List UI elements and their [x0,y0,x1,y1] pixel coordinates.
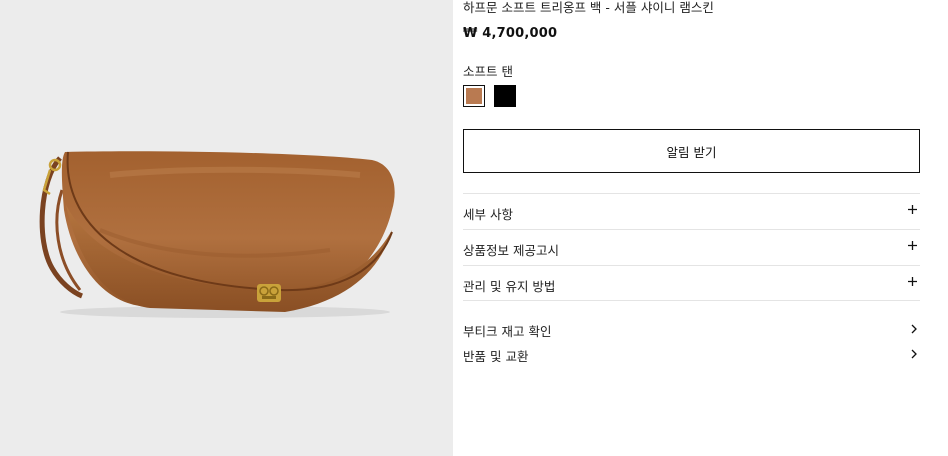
swatch-soft-tan[interactable] [463,85,485,107]
swatch-black[interactable] [494,85,516,107]
handbag-image [39,151,395,318]
accordion-product-info[interactable]: 상품정보 제공고시 [463,229,920,265]
plus-icon [908,241,917,250]
color-name: 소프트 탠 [463,64,513,79]
swatch-fill [494,85,516,107]
accordion-details[interactable]: 세부 사항 [463,193,920,229]
product-page: 하프문 소프트 트리옹프 백 - 서플 샤이니 램스킨 ₩ 4,700,000 … [0,0,948,456]
link-returns[interactable]: 반품 및 교환 [463,344,920,364]
accordion-label: 상품정보 제공고시 [463,243,559,258]
link-label: 부티크 재고 확인 [463,324,552,339]
product-title: 하프문 소프트 트리옹프 백 - 서플 샤이니 램스킨 [463,0,714,15]
notify-button-label: 알림 받기 [666,144,717,160]
chevron-right-icon [911,349,917,359]
plus-icon [908,205,917,214]
product-image [0,0,453,456]
accordion-care[interactable]: 관리 및 유지 방법 [463,265,920,301]
link-boutique-stock[interactable]: 부티크 재고 확인 [463,319,920,339]
swatch-fill [466,88,482,104]
notify-button[interactable]: 알림 받기 [463,129,920,173]
link-label: 반품 및 교환 [463,349,529,364]
accordion-label: 세부 사항 [463,207,513,222]
plus-icon [908,277,917,286]
product-price: ₩ 4,700,000 [463,26,558,41]
accordion-label: 관리 및 유지 방법 [463,279,556,294]
chevron-right-icon [911,324,917,334]
accordion: 세부 사항 상품정보 제공고시 관리 및 유지 방법 [463,193,920,301]
